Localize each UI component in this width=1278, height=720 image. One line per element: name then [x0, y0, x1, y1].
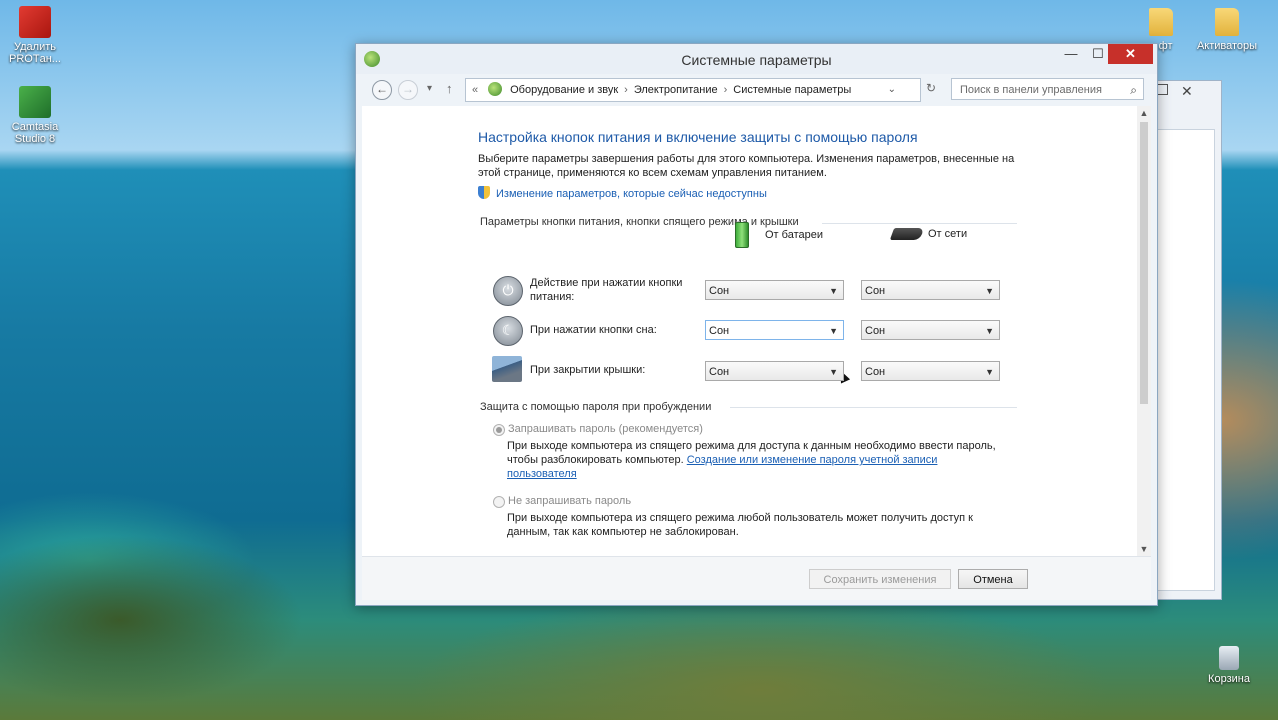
power-button-plugged-select[interactable]: Сон ▼ — [861, 280, 1000, 300]
footer-bar: Сохранить изменения Отмена — [362, 556, 1151, 600]
chevron-down-icon: ▼ — [985, 286, 994, 296]
folder-icon — [1149, 8, 1173, 36]
cancel-button[interactable]: Отмена — [958, 569, 1028, 589]
power-button-action-label: Действие при нажатии кнопки питания: — [530, 277, 683, 303]
no-password-description: При выходе компьютера из спящего режима … — [507, 512, 973, 538]
uac-shield-icon — [478, 186, 490, 199]
search-icon[interactable]: ⌕ — [1130, 79, 1137, 101]
battery-icon — [735, 222, 749, 248]
link-text[interactable]: Изменение параметров, которые сейчас нед… — [496, 188, 767, 200]
search-input[interactable]: Поиск в панели управления ⌕ — [951, 78, 1144, 100]
no-password-label[interactable]: Не запрашивать пароль — [508, 495, 631, 507]
scroll-up-icon[interactable]: ▲ — [1137, 108, 1151, 118]
system-settings-window: Системные параметры — ☐ ✕ ← → ▾ ↑ « Обору… — [355, 43, 1158, 606]
desktop-icon-camtasia[interactable]: Camtasia Studio 8 — [0, 86, 70, 145]
address-bar[interactable]: « Оборудование и звук › Электропитание › Сист… — [465, 78, 921, 102]
battery-column-header: От батареи — [735, 222, 823, 248]
breadcrumb-power[interactable]: Электропитание — [634, 84, 718, 96]
recent-pages-button[interactable]: ▾ — [427, 83, 432, 94]
window-title: Системные параметры — [681, 52, 832, 68]
plugged-column-header: От сети — [889, 228, 968, 241]
chevron-down-icon[interactable]: ⌄ — [888, 79, 896, 101]
desktop-icon-label: Удалить PROTан... — [9, 41, 61, 65]
require-password-radio[interactable] — [493, 424, 505, 436]
select-value: Сон — [709, 366, 730, 378]
desktop-icon-label: Корзина — [1208, 673, 1250, 685]
no-password-radio[interactable] — [493, 496, 505, 508]
lid-close-action-label: При закрытии крышки: — [530, 364, 646, 376]
desktop-icon-label: Camtasia Studio 8 — [11, 121, 59, 145]
select-value: Сон — [865, 325, 886, 337]
close-button[interactable]: ✕ — [1108, 44, 1153, 64]
content-pane: Настройка кнопок питания и включение защ… — [362, 106, 1137, 556]
chevron-down-icon: ▼ — [829, 326, 838, 336]
battery-label: От батареи — [765, 229, 823, 241]
back-button[interactable]: ← — [372, 80, 392, 100]
control-panel-icon — [488, 82, 503, 96]
navigation-bar: ← → ▾ ↑ « Оборудование и звук › Электропита… — [362, 77, 1151, 103]
up-button[interactable]: ↑ — [446, 81, 453, 96]
page-description: Выберите параметры завершения работы для… — [478, 153, 1015, 179]
select-value: Сон — [709, 285, 730, 297]
uninstall-red-icon — [19, 6, 51, 38]
chevron-down-icon: ▼ — [829, 367, 838, 377]
scrollbar-thumb[interactable] — [1140, 122, 1148, 404]
breadcrumb-separator[interactable]: › — [724, 84, 728, 96]
require-password-description: При выходе компьютера из спящего режима … — [507, 439, 1007, 481]
sleep-button-action-label: При нажатии кнопки сна: — [530, 324, 657, 336]
desktop-icon-uninstall[interactable]: Удалить PROTан... — [0, 6, 70, 65]
forward-button[interactable]: → — [398, 80, 418, 100]
sleep-button-icon: ☾ — [493, 316, 523, 346]
chevron-down-icon: ▼ — [985, 367, 994, 377]
select-value: Сон — [865, 285, 886, 297]
require-password-label[interactable]: Запрашивать пароль (рекомендуется) — [508, 423, 703, 435]
breadcrumb-system-settings[interactable]: Системные параметры — [733, 84, 851, 96]
change-unavailable-settings-link[interactable]: Изменение параметров, которые сейчас нед… — [478, 186, 767, 200]
chevron-down-icon: ▼ — [829, 286, 838, 296]
desktop-icon-recycle-bin[interactable]: Корзина — [1194, 646, 1264, 685]
breadcrumb-hardware[interactable]: Оборудование и звук — [510, 84, 618, 96]
minimize-button[interactable]: — — [1057, 44, 1085, 64]
search-placeholder: Поиск в панели управления — [960, 84, 1102, 96]
lid-close-battery-select[interactable]: Сон ▼ — [705, 361, 844, 381]
laptop-lid-icon — [492, 356, 522, 382]
refresh-button[interactable]: ↻ — [926, 81, 936, 95]
sleep-button-plugged-select[interactable]: Сон ▼ — [861, 320, 1000, 340]
recycle-bin-icon — [1219, 646, 1239, 670]
scroll-down-icon[interactable]: ▼ — [1137, 544, 1151, 554]
background-window[interactable]: ✕ — [1150, 80, 1222, 600]
title-bar[interactable]: Системные параметры — ☐ ✕ — [356, 44, 1157, 74]
divider — [822, 223, 1017, 224]
power-plug-icon — [889, 228, 925, 241]
select-value: Сон — [865, 366, 886, 378]
password-group-title: Защита с помощью пароля при пробуждении — [480, 401, 712, 413]
sleep-button-battery-select[interactable]: Сон ▼ — [705, 320, 844, 340]
plugged-label: От сети — [928, 228, 968, 241]
maximize-icon[interactable] — [1157, 84, 1168, 95]
breadcrumb-prefix[interactable]: « — [472, 84, 478, 96]
divider — [730, 407, 1017, 408]
page-title: Настройка кнопок питания и включение защ… — [478, 129, 918, 145]
desktop-icon-folder-activators[interactable]: Активаторы — [1192, 8, 1262, 52]
breadcrumb-separator[interactable]: › — [624, 84, 628, 96]
camtasia-icon — [19, 86, 51, 118]
lid-close-plugged-select[interactable]: Сон ▼ — [861, 361, 1000, 381]
chevron-down-icon: ▼ — [985, 326, 994, 336]
power-button-icon: ⏻ — [493, 276, 523, 306]
folder-icon — [1215, 8, 1239, 36]
vertical-scrollbar[interactable]: ▲ ▼ — [1137, 106, 1151, 556]
power-button-battery-select[interactable]: Сон ▼ — [705, 280, 844, 300]
select-value: Сон — [709, 325, 730, 337]
desktop-icon-label: Активаторы — [1196, 40, 1258, 52]
close-icon[interactable]: ✕ — [1181, 83, 1193, 100]
save-changes-button[interactable]: Сохранить изменения — [809, 569, 951, 589]
background-window-content — [1157, 129, 1215, 591]
